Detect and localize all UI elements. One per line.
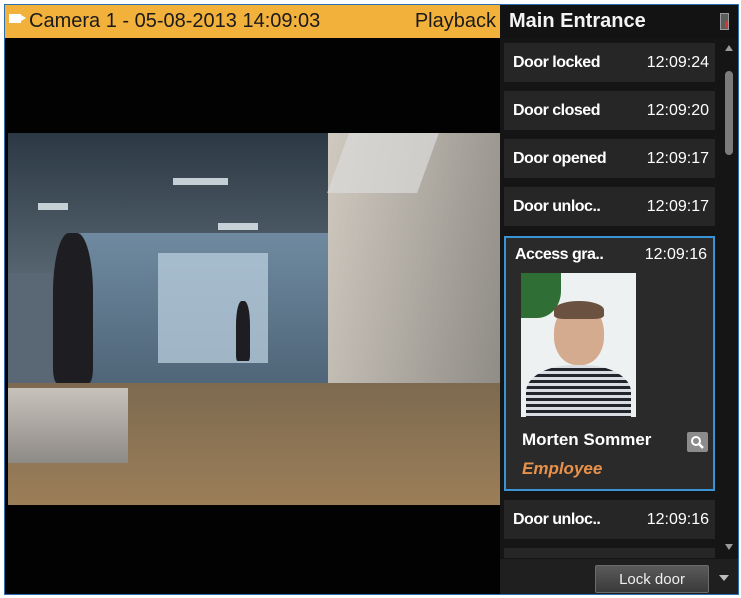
panel-header: Main Entrance (500, 5, 738, 38)
event-title: Access gra.. (515, 246, 604, 263)
video-viewport[interactable] (5, 38, 500, 594)
event-title: Door closed (513, 102, 600, 119)
video-window (158, 253, 268, 363)
event-time: 12:09:16 (646, 511, 709, 528)
search-icon[interactable] (687, 432, 708, 452)
person-role: Employee (522, 459, 603, 478)
photo-hair (554, 301, 604, 319)
event-item-selected[interactable]: Access gra.. 12:09:16 Morten Sommer Empl… (504, 236, 715, 491)
camera-video-frame[interactable] (8, 133, 500, 505)
video-ceiling-light (38, 203, 68, 210)
event-time: 12:09:17 (646, 150, 709, 167)
video-person (53, 233, 93, 383)
event-item[interactable]: Door locked 12:09:24 (504, 43, 715, 82)
video-ceiling-light (173, 178, 228, 185)
event-item[interactable]: Door unloc.. 12:09:16 (504, 500, 715, 539)
video-camera-icon (9, 14, 26, 23)
event-time: 12:09:20 (646, 102, 709, 119)
scroll-thumb[interactable] (725, 71, 733, 155)
event-time: 12:09:16 (644, 246, 707, 263)
event-item-partial[interactable] (504, 548, 715, 558)
event-title: Door locked (513, 54, 600, 71)
event-item[interactable]: Door unloc.. 12:09:17 (504, 187, 715, 226)
event-time: 12:09:17 (646, 198, 709, 215)
event-title: Door unloc.. (513, 511, 601, 528)
chevron-down-icon[interactable] (719, 575, 729, 581)
playback-indicator: Playback (414, 10, 496, 32)
scroll-down-icon[interactable] (725, 544, 733, 550)
event-scrollbar[interactable] (723, 43, 736, 558)
surveillance-window: Camera 1 - 05-08-2013 14:09:03 Playback … (4, 4, 739, 595)
event-item[interactable]: Door opened 12:09:17 (504, 139, 715, 178)
event-list[interactable]: Door locked 12:09:24 Door closed 12:09:2… (500, 43, 720, 558)
video-ceiling-light (218, 223, 258, 230)
event-title: Door unloc.. (513, 198, 601, 215)
door-status-icon (720, 13, 729, 30)
lock-door-button[interactable]: Lock door (595, 565, 709, 593)
panel-footer: Lock door (500, 559, 738, 594)
photo-shirt (526, 365, 631, 417)
person-photo (521, 273, 636, 417)
event-title: Door opened (513, 150, 607, 167)
camera-header: Camera 1 - 05-08-2013 14:09:03 Playback (5, 5, 500, 38)
panel-title: Main Entrance (509, 10, 646, 32)
video-desk (8, 388, 128, 463)
event-time: 12:09:24 (646, 54, 709, 71)
camera-title: Camera 1 - 05-08-2013 14:09:03 (29, 10, 321, 32)
scroll-up-icon[interactable] (725, 45, 733, 51)
event-item[interactable]: Door closed 12:09:20 (504, 91, 715, 130)
event-panel: Main Entrance Door locked 12:09:24 Door … (500, 5, 738, 594)
person-name: Morten Sommer (522, 430, 652, 449)
video-person (236, 301, 250, 361)
